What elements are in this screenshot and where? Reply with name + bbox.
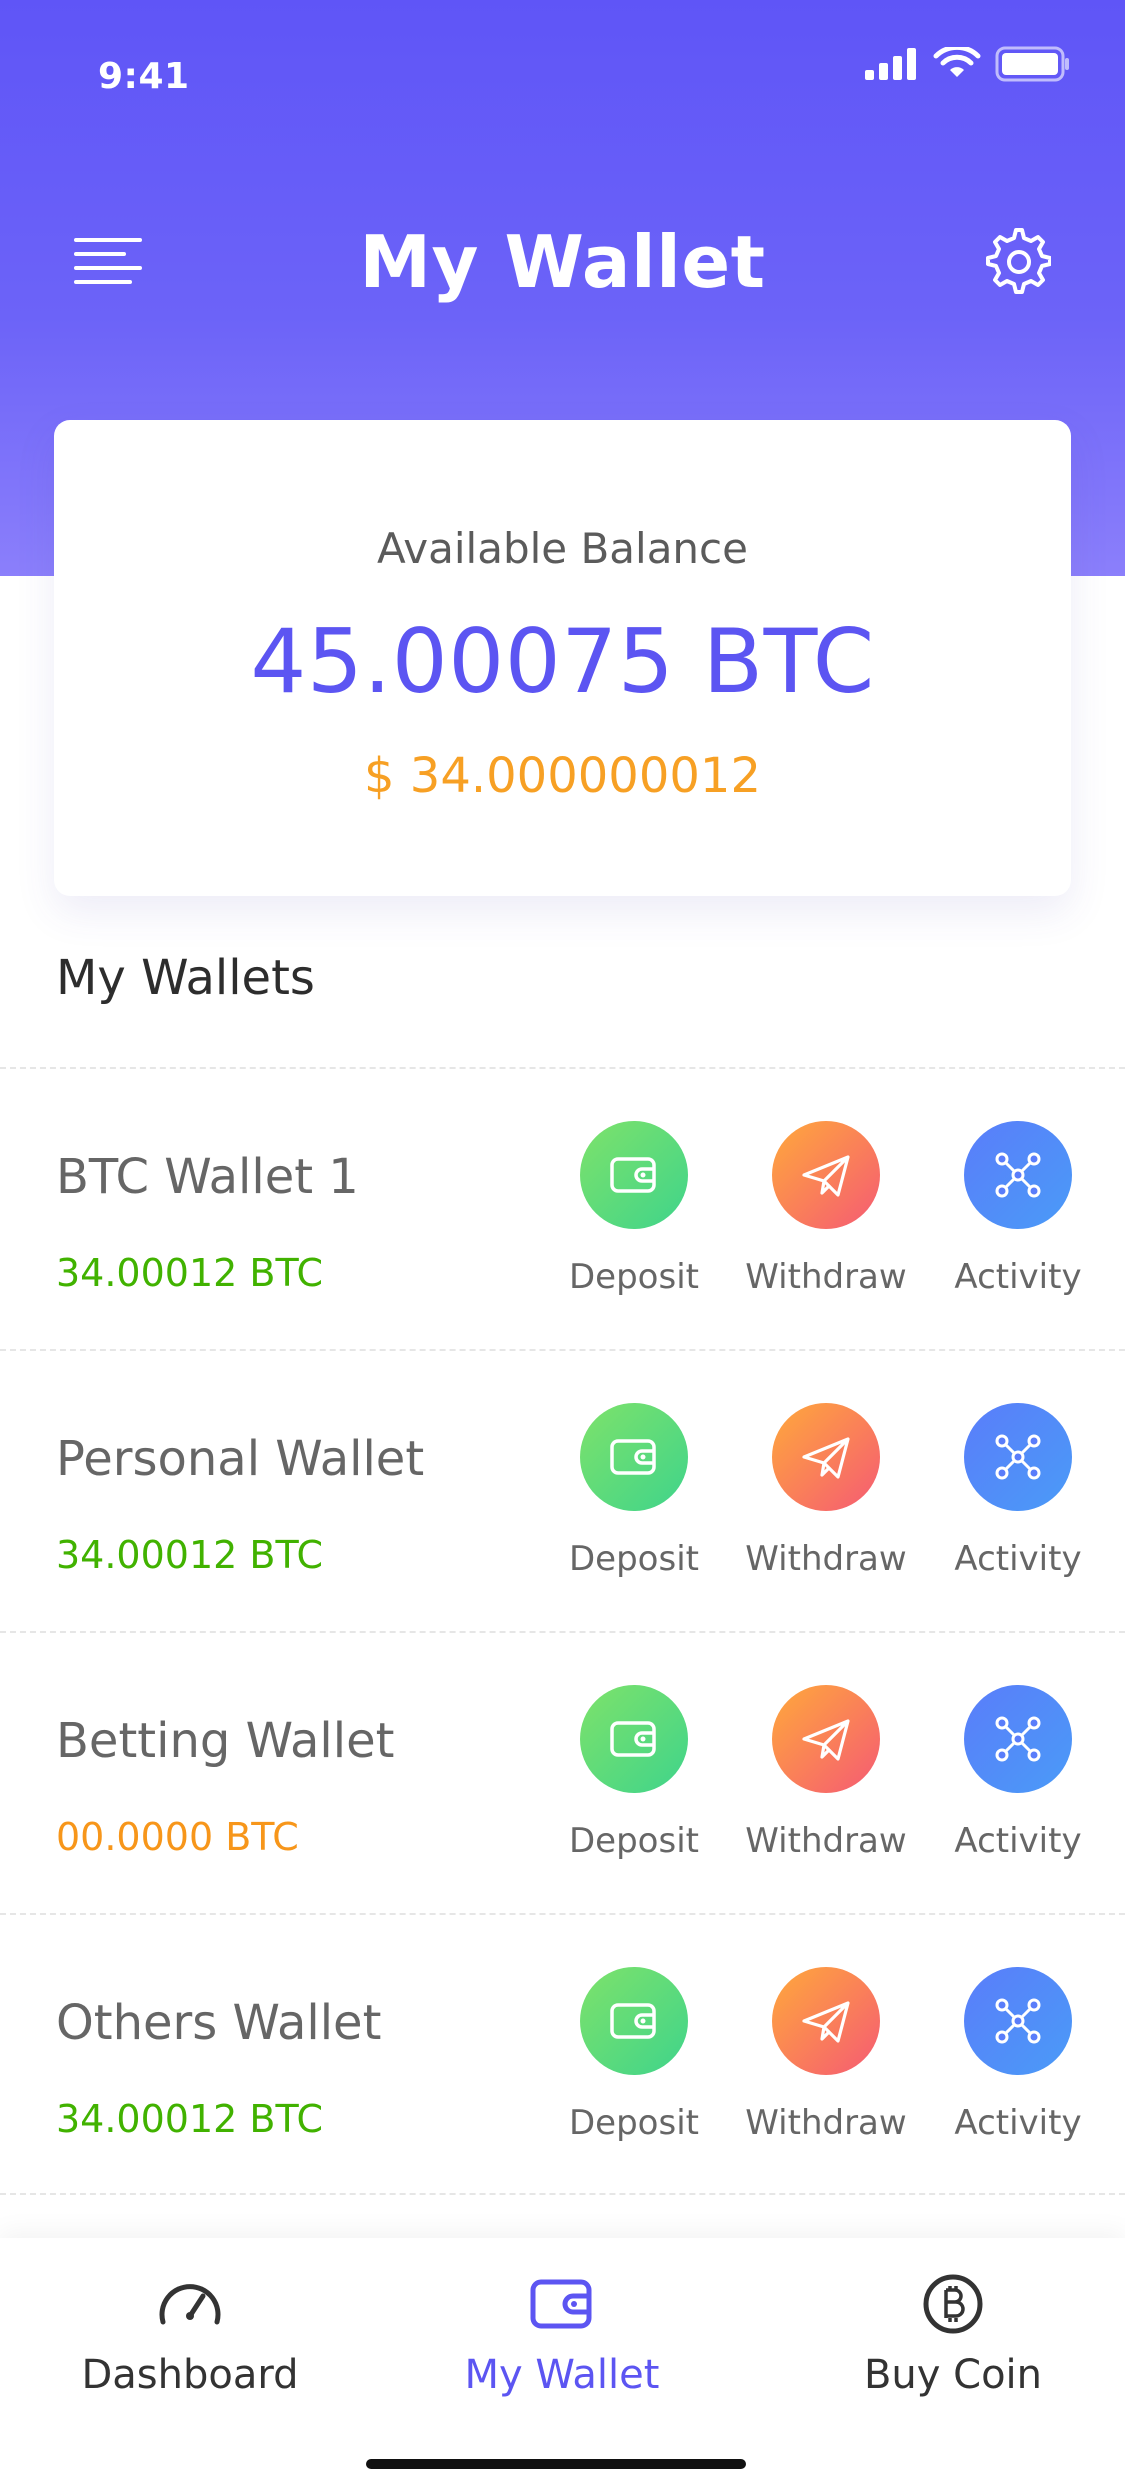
status-time: 9:41	[98, 56, 190, 97]
activity-icon-circle	[964, 1967, 1072, 2075]
wallet-actions: Deposit Withdraw Activity	[543, 1121, 1109, 1297]
deposit-icon-circle	[580, 1403, 688, 1511]
wallet-name: Others Wallet	[56, 1995, 382, 2051]
paper-plane-icon	[802, 1155, 850, 1197]
balance-card: Available Balance 45.00075 BTC $ 34.0000…	[54, 420, 1071, 896]
status-bar: 9:41	[0, 0, 1125, 130]
activity-icon-circle	[964, 1403, 1072, 1511]
wallet-actions: Deposit Withdraw Activity	[543, 1685, 1109, 1861]
withdraw-icon-circle	[772, 1403, 880, 1511]
tab-my-wallet[interactable]: My Wallet	[442, 2272, 682, 2398]
signal-icon	[865, 48, 916, 80]
activity-button[interactable]: Activity	[927, 1685, 1109, 1861]
withdraw-button[interactable]: Withdraw	[735, 1121, 917, 1297]
gear-icon	[986, 228, 1052, 294]
wallet-amount: 34.00012 BTC	[56, 2097, 323, 2141]
page-title: My Wallet	[359, 220, 766, 304]
wallet-icon	[610, 2003, 656, 2039]
network-icon	[995, 1434, 1041, 1480]
tab-buy-coin[interactable]: Buy Coin	[833, 2272, 1073, 2398]
withdraw-label: Withdraw	[745, 1821, 907, 1861]
wallets-section-title: My Wallets	[56, 950, 315, 1006]
balance-btc-value: 45.00075 BTC	[250, 610, 875, 713]
activity-label: Activity	[954, 1821, 1082, 1861]
network-icon	[995, 1152, 1041, 1198]
wallet-actions: Deposit Withdraw Activity	[543, 1403, 1109, 1579]
wallet-name: BTC Wallet 1	[56, 1149, 359, 1205]
wallet-row[interactable]: Betting Wallet 00.0000 BTC Deposit Withd…	[0, 1631, 1125, 1913]
wallet-row[interactable]: Personal Wallet 34.00012 BTC Deposit Wit…	[0, 1349, 1125, 1631]
deposit-icon-circle	[580, 1121, 688, 1229]
withdraw-label: Withdraw	[745, 1257, 907, 1297]
activity-icon-circle	[964, 1685, 1072, 1793]
settings-button[interactable]	[981, 224, 1052, 294]
tab-label: Dashboard	[81, 2352, 299, 2398]
balance-label: Available Balance	[377, 524, 748, 573]
deposit-button[interactable]: Deposit	[543, 1967, 725, 2143]
paper-plane-icon	[802, 1719, 850, 1761]
withdraw-button[interactable]: Withdraw	[735, 1967, 917, 2143]
status-icons	[865, 46, 1071, 82]
wallet-list: BTC Wallet 1 34.00012 BTC Deposit Withdr…	[0, 1067, 1125, 2195]
withdraw-label: Withdraw	[745, 1539, 907, 1579]
deposit-label: Deposit	[569, 2103, 699, 2143]
deposit-label: Deposit	[569, 1539, 699, 1579]
activity-label: Activity	[954, 2103, 1082, 2143]
balance-usd-value: $ 34.000000012	[364, 748, 761, 804]
bottom-tab-bar: Dashboard My Wallet Buy Coin	[0, 2238, 1125, 2487]
deposit-icon-circle	[580, 1967, 688, 2075]
deposit-button[interactable]: Deposit	[543, 1403, 725, 1579]
wallet-row[interactable]: Others Wallet 34.00012 BTC Deposit Withd…	[0, 1913, 1125, 2195]
activity-button[interactable]: Activity	[927, 1121, 1109, 1297]
wallet-name: Personal Wallet	[56, 1431, 425, 1487]
withdraw-button[interactable]: Withdraw	[735, 1403, 917, 1579]
deposit-button[interactable]: Deposit	[543, 1121, 725, 1297]
deposit-label: Deposit	[569, 1821, 699, 1861]
home-indicator	[366, 2459, 746, 2469]
activity-icon-circle	[964, 1121, 1072, 1229]
withdraw-icon-circle	[772, 1685, 880, 1793]
speedometer-icon	[159, 2284, 221, 2325]
wallet-icon	[610, 1157, 656, 1193]
bitcoin-icon	[923, 2274, 983, 2334]
wallet-icon	[610, 1439, 656, 1475]
wallet-icon	[610, 1721, 656, 1757]
withdraw-label: Withdraw	[745, 2103, 907, 2143]
wallet-name: Betting Wallet	[56, 1713, 395, 1769]
activity-label: Activity	[954, 1257, 1082, 1297]
network-icon	[995, 1998, 1041, 2044]
wallet-actions: Deposit Withdraw Activity	[543, 1967, 1109, 2143]
deposit-icon-circle	[580, 1685, 688, 1793]
wifi-icon	[933, 47, 981, 77]
network-icon	[995, 1716, 1041, 1762]
battery-icon	[995, 46, 1069, 82]
wallet-amount: 34.00012 BTC	[56, 1533, 323, 1577]
tab-label: My Wallet	[464, 2352, 660, 2398]
tab-label: Buy Coin	[863, 2352, 1043, 2398]
activity-label: Activity	[954, 1539, 1082, 1579]
deposit-label: Deposit	[569, 1257, 699, 1297]
wallet-icon	[530, 2279, 592, 2329]
activity-button[interactable]: Activity	[927, 1403, 1109, 1579]
wallet-amount: 34.00012 BTC	[56, 1251, 323, 1295]
tab-dashboard[interactable]: Dashboard	[70, 2272, 310, 2398]
deposit-button[interactable]: Deposit	[543, 1685, 725, 1861]
withdraw-button[interactable]: Withdraw	[735, 1685, 917, 1861]
paper-plane-icon	[802, 2001, 850, 2043]
nav-bar: My Wallet	[0, 200, 1125, 320]
withdraw-icon-circle	[772, 1121, 880, 1229]
wallet-amount: 00.0000 BTC	[56, 1815, 299, 1859]
paper-plane-icon	[802, 1437, 850, 1479]
activity-button[interactable]: Activity	[927, 1967, 1109, 2143]
wallet-row[interactable]: BTC Wallet 1 34.00012 BTC Deposit Withdr…	[0, 1067, 1125, 1349]
withdraw-icon-circle	[772, 1967, 880, 2075]
